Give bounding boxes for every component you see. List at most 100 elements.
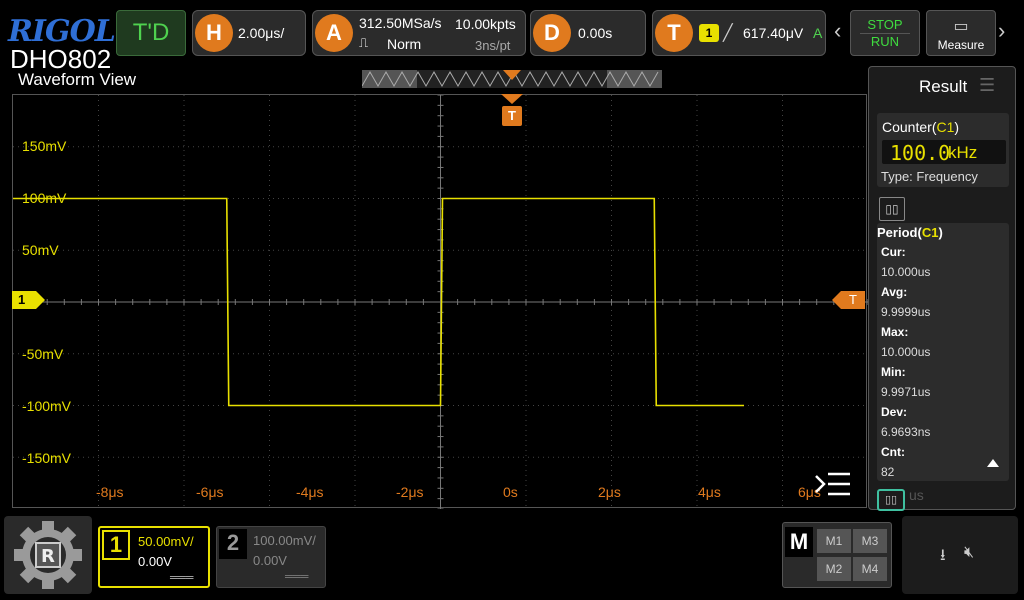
counter-value: 100.0 [890, 141, 951, 165]
memory-overview-bar[interactable] [362, 70, 662, 88]
channel1-scale: 50.00mV/ [138, 534, 194, 549]
x-label-2: 2μs [598, 484, 621, 500]
trigger-source-badge: 1 [699, 24, 719, 42]
trigger-level-arrow [832, 291, 841, 309]
trigger-level-marker[interactable]: T [832, 291, 866, 309]
horizontal-panel[interactable]: H 2.00μs/ [192, 10, 306, 56]
counter-type: Type: Frequency [881, 169, 978, 184]
result-menu-icon[interactable]: ☰ [979, 75, 995, 96]
timebase-value: 2.00μs/ [238, 25, 285, 41]
period-cur-value: 10.000us [881, 265, 931, 279]
counter-box[interactable]: Counter(C1) 100.0 kHz Type: Frequency [877, 113, 1009, 187]
model-name: DHO802 [10, 44, 112, 74]
period-row-dev: Dev: 6.9693ns [881, 405, 930, 439]
channel1-offset-label: 1 [12, 291, 36, 309]
period-avg-value: 9.9999us [881, 305, 931, 319]
math-item-m3[interactable]: M3 [853, 529, 887, 553]
stop-label: STOP [867, 16, 903, 32]
acquire-panel[interactable]: A 312.50MSa/s 10.00kpts ⎍ Norm 3ns/pt [312, 10, 526, 56]
rising-edge-icon: ╱ [723, 25, 733, 42]
trigger-position-marker[interactable]: T [501, 94, 523, 130]
delay-panel[interactable]: D 0.00s [530, 10, 646, 56]
channel1-offset-marker[interactable]: 1 [12, 291, 46, 309]
ruler-icon: ▭ [953, 18, 969, 35]
period-cnt-label: Cnt: [881, 445, 905, 459]
period-header: Period(C1) [877, 225, 943, 240]
trigger-badge: T [655, 14, 693, 52]
trigger-panel[interactable]: T 1 ╱ 617.40μV A [652, 10, 826, 56]
dc-coupling-icon: ═══ [170, 572, 194, 584]
top-bar: RIGOL DHO802 T'D H 2.00μs/ A 312.50MSa/s… [0, 0, 1024, 72]
y-label-neg100: -100mV [22, 398, 72, 414]
rigol-r-glyph: R [41, 546, 55, 567]
gear-icon: R [14, 521, 82, 589]
period-row-cnt: Cnt: 82 [881, 445, 905, 479]
horizontal-badge: H [195, 14, 233, 52]
period-measure-icon[interactable]: ▯▯ [879, 197, 905, 221]
usb-icon[interactable]: ⭳ [940, 544, 946, 571]
trigger-level-label: T [841, 291, 865, 309]
channel2-box[interactable]: 2 100.00mV/ 0.00V ═══ [216, 526, 326, 588]
delay-badge: D [533, 14, 571, 52]
mute-icon[interactable]: 🔇︎ [964, 544, 974, 562]
trigger-position-label: T [502, 106, 522, 126]
measure-item-icon[interactable]: ▯▯ [877, 489, 905, 511]
x-label-neg2: -2μs [396, 484, 424, 500]
overview-trigger-marker [503, 70, 521, 80]
period-row-avg: Avg: 9.9999us [881, 285, 930, 319]
channel2-offset: 0.00V [253, 553, 287, 568]
period-channel: C1 [921, 225, 939, 240]
resolution: 3ns/pt [475, 38, 511, 53]
measure-button[interactable]: ▭ Measure [926, 10, 996, 56]
counter-channel: C1 [936, 119, 955, 135]
trigger-status-button[interactable]: T'D [116, 10, 186, 56]
waveform-view[interactable] [12, 94, 868, 509]
stop-run-button[interactable]: STOP RUN [850, 10, 920, 56]
chevron-left-icon[interactable]: ‹ [834, 18, 841, 44]
status-panel: ⭳ 🔇︎ [902, 516, 1018, 594]
counter-header: Counter(C1) [882, 119, 960, 135]
channel1-offset: 0.00V [138, 554, 172, 569]
x-label-neg8: -8μs [96, 484, 124, 500]
y-label-150: 150mV [22, 138, 67, 154]
waveform-grid [13, 95, 868, 509]
period-label: Period [877, 225, 918, 240]
menu-list-icon[interactable] [814, 470, 852, 498]
period-row-cur: Cur: 10.000us [881, 245, 930, 279]
y-label-50: 50mV [22, 242, 59, 258]
counter-type-value: Frequency [916, 169, 978, 184]
period-row-min: Min: 9.9971us [881, 365, 930, 399]
counter-display: 100.0 kHz [882, 140, 1006, 165]
chevron-right-icon[interactable]: › [998, 18, 1005, 44]
acquire-mode-icon: ⎍ [359, 35, 369, 50]
measure-label: Measure [937, 38, 985, 52]
counter-unit: kHz [948, 143, 978, 162]
math-item-m1[interactable]: M1 [817, 529, 851, 553]
channel1-arrow [36, 291, 45, 309]
trigger-level: 617.40μV [743, 25, 804, 41]
result-title: Result [919, 77, 968, 96]
channel2-coupling-icon: ═══ [285, 571, 309, 583]
collapse-up-icon[interactable] [987, 459, 999, 467]
math-panel[interactable]: M M1 M3 M2 M4 [782, 522, 892, 588]
y-label-neg50: -50mV [22, 346, 64, 362]
channel1-box[interactable]: 1 50.00mV/ 0.00V ═══ [98, 526, 210, 588]
delay-value: 0.00s [578, 25, 613, 41]
math-label: M [785, 527, 813, 557]
period-avg-label: Avg: [881, 285, 908, 299]
period-box[interactable]: Period(C1) Cur: 10.000us Avg: 9.9999us M… [877, 223, 1009, 481]
counter-label: Counter [882, 119, 932, 135]
result-partial-text: us [909, 487, 924, 503]
run-label: RUN [860, 32, 910, 50]
math-item-m2[interactable]: M2 [817, 557, 851, 581]
x-label-neg4: -4μs [296, 484, 324, 500]
acquire-badge: A [315, 14, 353, 52]
x-label-4: 4μs [698, 484, 721, 500]
period-min-label: Min: [881, 365, 906, 379]
y-label-neg150: -150mV [22, 450, 72, 466]
counter-type-label: Type: [881, 169, 913, 184]
home-gear-button[interactable]: R [4, 516, 92, 594]
period-cur-label: Cur: [881, 245, 906, 259]
period-max-label: Max: [881, 325, 909, 339]
math-item-m4[interactable]: M4 [853, 557, 887, 581]
